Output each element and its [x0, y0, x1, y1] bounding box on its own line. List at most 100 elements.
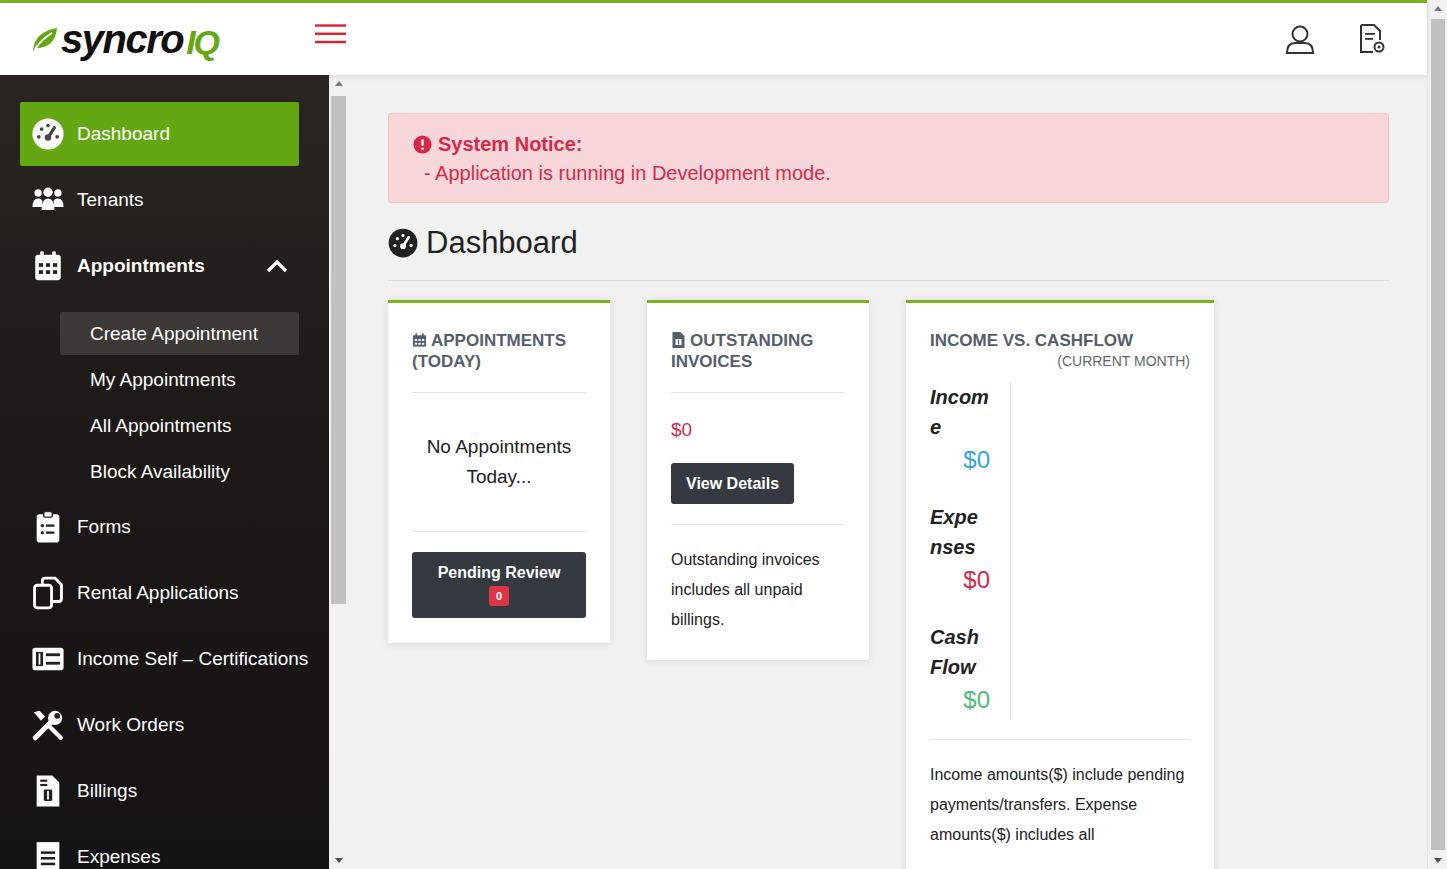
- card-row: APPOINTMENTS (TODAY) No Appointments Toda…: [388, 300, 1389, 869]
- sidebar-item[interactable]: Appointments: [20, 234, 299, 298]
- metric-value: $0: [930, 562, 1010, 598]
- sidebar-subitem[interactable]: All Appointments: [60, 404, 299, 447]
- card-divider: [412, 531, 586, 532]
- sidebar-item-label: Appointments: [77, 255, 205, 277]
- user-icon[interactable]: [1285, 24, 1315, 54]
- card-title-text: OUTSTANDING INVOICES: [671, 331, 813, 371]
- title-divider: [388, 280, 1389, 281]
- logo-suffix: IQ: [186, 23, 218, 62]
- notice-title-row: System Notice:: [413, 133, 1364, 156]
- list-icon: [30, 840, 66, 869]
- pending-count-badge: 0: [489, 586, 509, 606]
- calendar-icon: [412, 332, 427, 348]
- tools-icon: [30, 708, 66, 742]
- body: Dashboard Tenants Appointments Create Appoi…: [0, 75, 1427, 869]
- money-bill-icon: [30, 642, 66, 676]
- clipboard-icon: [30, 510, 66, 544]
- gauge-icon: [388, 228, 418, 258]
- calendar-icon: [30, 249, 66, 283]
- page: syncroIQ Dashboard Tenants Appointments Crea…: [0, 0, 1427, 869]
- document-settings-icon[interactable]: [1359, 24, 1385, 54]
- sidebar-subitem[interactable]: Create Appointment: [60, 312, 299, 355]
- metric-value: $0: [930, 442, 1010, 478]
- sidebar: Dashboard Tenants Appointments Create Appoi…: [0, 75, 329, 869]
- metric: Income$0: [930, 382, 1010, 478]
- sidebar-item-label: Income Self – Certifications: [77, 648, 308, 670]
- invoice-icon: [30, 774, 66, 808]
- users-icon: [30, 183, 66, 217]
- metric-label: Income: [930, 382, 990, 442]
- appointments-card: APPOINTMENTS (TODAY) No Appointments Toda…: [388, 300, 610, 643]
- empty-message: No Appointments Today...: [412, 393, 586, 531]
- sidebar-item[interactable]: Work Orders: [20, 693, 299, 757]
- metric-value: $0: [930, 682, 1010, 718]
- card-title: APPOINTMENTS (TODAY): [412, 330, 586, 372]
- sidebar-subitem[interactable]: Block Availability: [60, 450, 299, 493]
- metric-list: Income$0Expenses$0Cash Flow$0: [930, 382, 1011, 720]
- copy-icon: [30, 576, 66, 610]
- page-title: Dashboard: [426, 225, 578, 261]
- logo-name: syncro: [61, 17, 183, 62]
- card-note: Income amounts($) include pending paymen…: [930, 760, 1190, 850]
- metric: Cash Flow$0: [930, 622, 1010, 718]
- metric-label: Cash Flow: [930, 622, 990, 682]
- sidebar-item[interactable]: Forms: [20, 495, 299, 559]
- card-title: INCOME VS. CASHFLOW: [930, 330, 1190, 351]
- alert-icon: [413, 135, 432, 154]
- sidebar-item[interactable]: Billings: [20, 759, 299, 823]
- card-divider: [671, 524, 845, 525]
- chevron-up-icon[interactable]: [265, 258, 289, 274]
- metric: Expenses$0: [930, 502, 1010, 598]
- card-divider: [412, 392, 586, 393]
- notice-line: - Application is running in Development …: [413, 162, 1364, 185]
- sidebar-item-label: Billings: [77, 780, 137, 802]
- sidebar-item-label: Dashboard: [77, 123, 170, 145]
- window-scroll-thumb[interactable]: [1431, 19, 1445, 850]
- sidebar-scroll-thumb[interactable]: [331, 96, 346, 604]
- sidebar-item-label: Rental Applications: [77, 582, 239, 604]
- cashflow-card: INCOME VS. CASHFLOW (CURRENT MONTH) Income…: [906, 300, 1214, 869]
- invoices-card: OUTSTANDING INVOICES $0 View Details Outsta…: [647, 300, 869, 660]
- scroll-up-arrow[interactable]: [335, 81, 343, 86]
- page-title-row: Dashboard: [388, 225, 1389, 261]
- sidebar-item-label: Forms: [77, 516, 131, 538]
- hamburger-menu-icon[interactable]: [315, 22, 346, 46]
- scroll-down-arrow[interactable]: [1434, 858, 1442, 863]
- sidebar-item[interactable]: Dashboard: [20, 102, 299, 166]
- sidebar-item-label: Expenses: [77, 846, 160, 868]
- screen: syncroIQ Dashboard Tenants Appointments Crea…: [0, 0, 1447, 869]
- sidebar-item[interactable]: Tenants: [20, 168, 299, 232]
- card-title: OUTSTANDING INVOICES: [671, 330, 845, 372]
- gauge-icon: [30, 117, 66, 151]
- sidebar-item[interactable]: Rental Applications: [20, 561, 299, 625]
- leaf-icon: [30, 24, 60, 54]
- pending-review-button[interactable]: Pending Review 0: [412, 552, 586, 618]
- sidebar-item[interactable]: Income Self – Certifications: [20, 627, 299, 691]
- logo[interactable]: syncroIQ: [30, 17, 315, 62]
- sidebar-item-label: Tenants: [77, 189, 144, 211]
- notice-title: System Notice:: [438, 133, 583, 156]
- cashflow-chart-area: Income$0Expenses$0Cash Flow$0: [930, 382, 1190, 720]
- main-content: System Notice: - Application is running i…: [348, 75, 1427, 869]
- card-subtitle: (CURRENT MONTH): [930, 353, 1190, 369]
- sidebar-submenu: Create AppointmentMy AppointmentsAll App…: [60, 312, 299, 493]
- scroll-up-arrow[interactable]: [1434, 6, 1442, 11]
- card-divider: [671, 392, 845, 393]
- invoice-icon: [671, 332, 686, 348]
- button-label: Pending Review: [438, 564, 561, 582]
- system-notice: System Notice: - Application is running i…: [388, 113, 1389, 203]
- card-title-text: APPOINTMENTS (TODAY): [412, 331, 566, 371]
- scroll-down-arrow[interactable]: [335, 858, 343, 863]
- metric-label: Expenses: [930, 502, 990, 562]
- sidebar-item[interactable]: Expenses: [20, 825, 299, 869]
- outstanding-amount: $0: [671, 419, 845, 441]
- window-scrollbar[interactable]: [1427, 0, 1447, 869]
- chart-canvas: [1011, 382, 1190, 720]
- sidebar-scrollbar[interactable]: [329, 75, 348, 869]
- header: syncroIQ: [0, 3, 1427, 75]
- card-divider: [930, 739, 1190, 740]
- view-details-button[interactable]: View Details: [671, 463, 794, 504]
- sidebar-subitem[interactable]: My Appointments: [60, 358, 299, 401]
- sidebar-item-label: Work Orders: [77, 714, 184, 736]
- card-note: Outstanding invoices includes all unpaid…: [671, 545, 845, 635]
